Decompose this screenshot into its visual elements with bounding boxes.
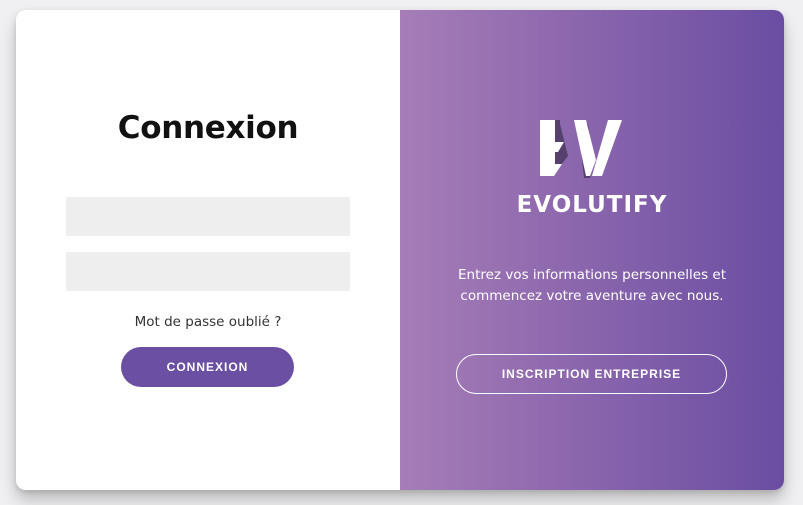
signup-description: Entrez vos informations personnelles et … (430, 265, 754, 307)
description-line: commencez votre aventure avec nous. (460, 288, 724, 304)
email-input[interactable] (66, 197, 350, 236)
brand-name: EVOLUTIFY (516, 192, 668, 218)
page-title: Connexion (117, 110, 299, 146)
password-input[interactable] (66, 252, 350, 291)
login-button[interactable]: CONNEXION (121, 347, 294, 387)
company-signup-button[interactable]: INSCRIPTION ENTREPRISE (456, 354, 727, 394)
signup-panel: EVOLUTIFY Entrez vos informations person… (400, 10, 784, 490)
login-panel: Connexion Mot de passe oublié ? CONNEXIO… (16, 10, 400, 490)
auth-card: Connexion Mot de passe oublié ? CONNEXIO… (16, 10, 784, 490)
forgot-password-link[interactable]: Mot de passe oublié ? (16, 314, 400, 330)
evolutify-logo-icon (540, 120, 622, 178)
description-line: Entrez vos informations personnelles et (458, 267, 726, 283)
